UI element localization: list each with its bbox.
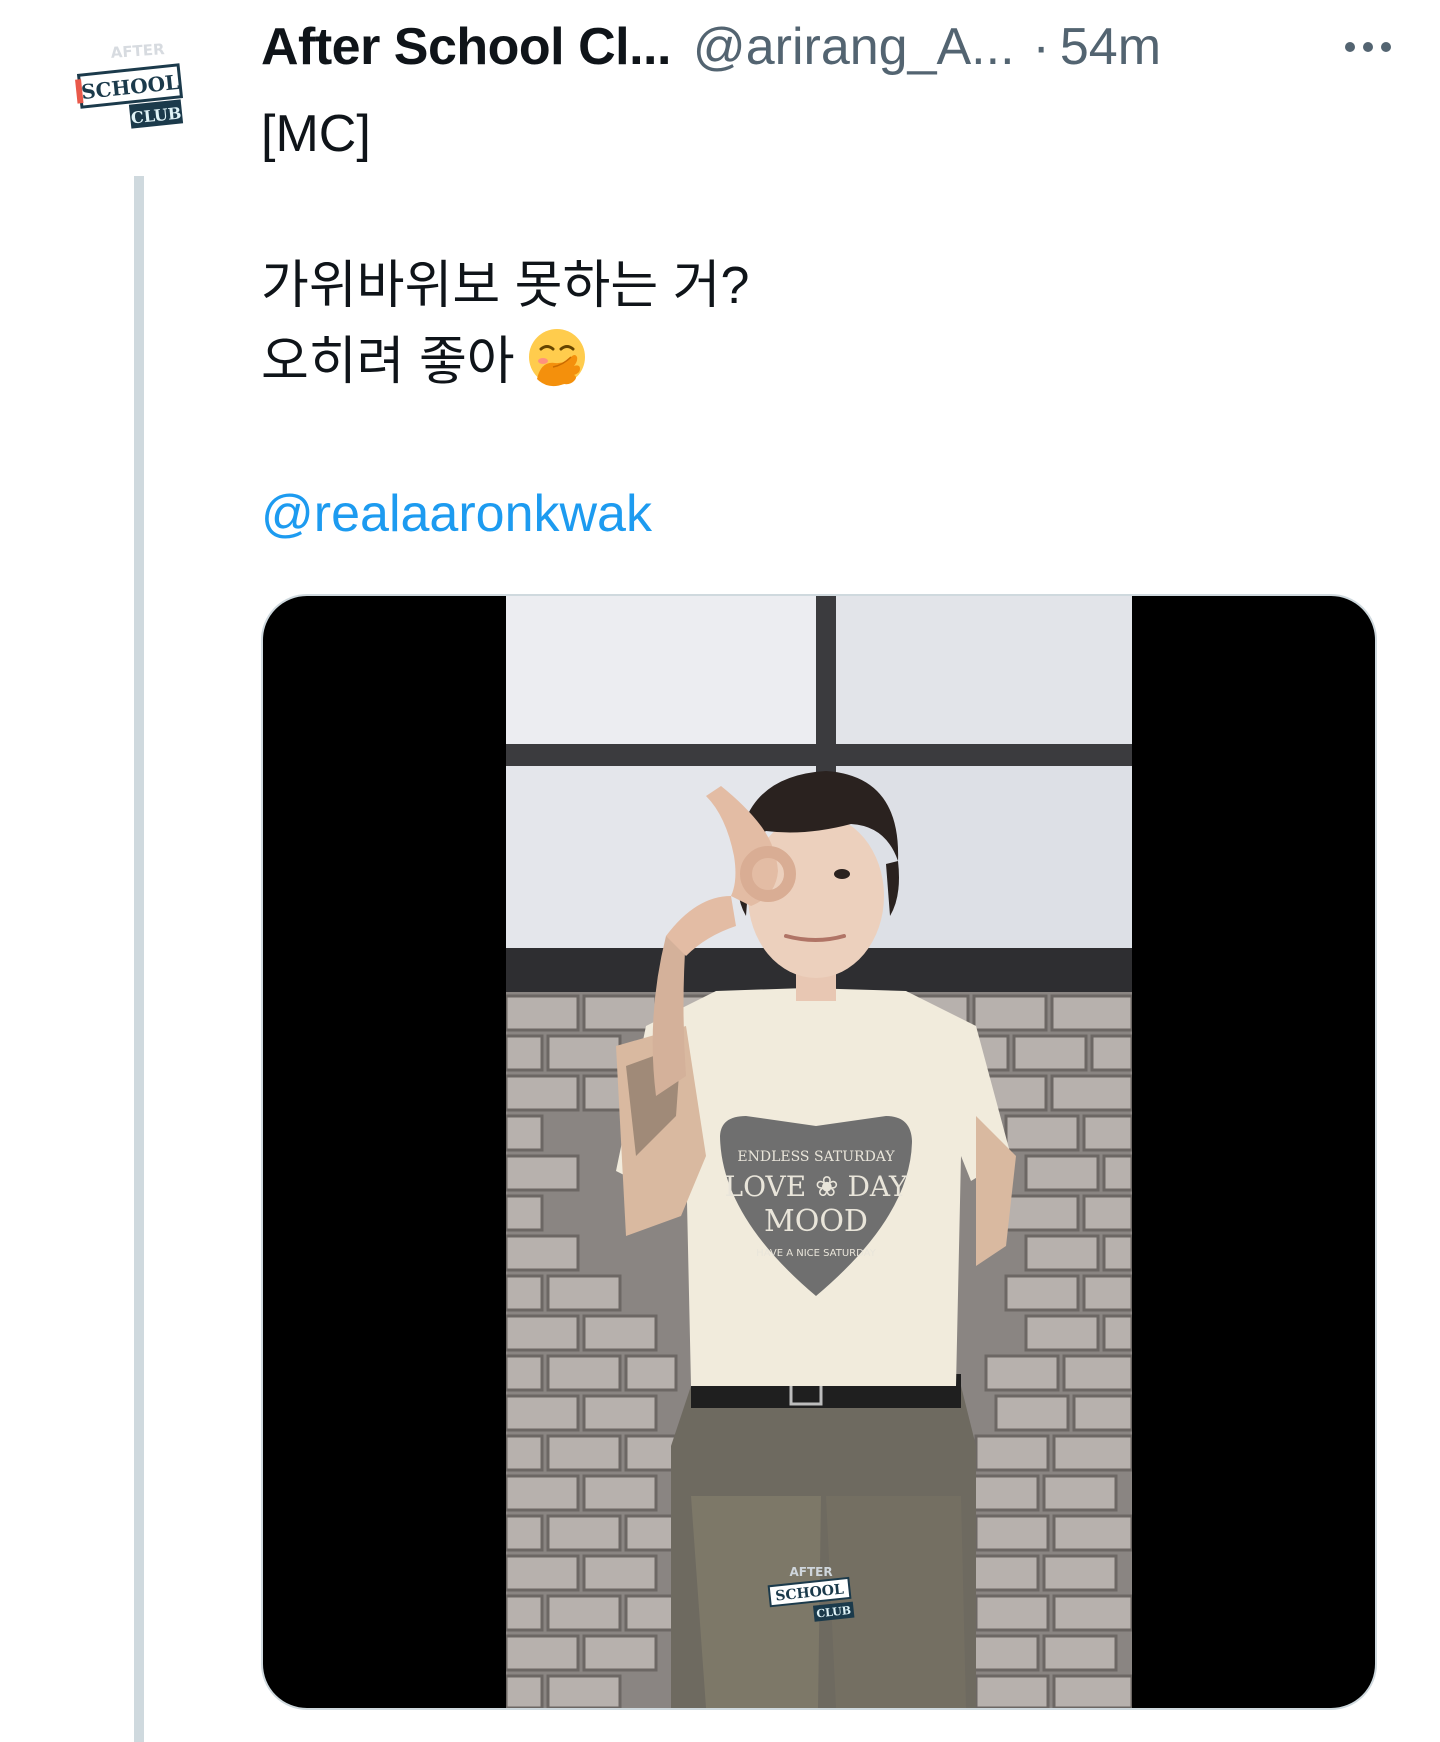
- more-dot: [1363, 42, 1373, 52]
- video-player[interactable]: ENDLESS SATURDAY LOVE ❀ DAY MOOD HAVE A …: [261, 594, 1377, 1710]
- face-with-hand-over-mouth-icon: [528, 329, 585, 387]
- user-handle[interactable]: @arirang_A...: [693, 17, 1015, 77]
- more-dot: [1381, 42, 1391, 52]
- avatar[interactable]: AFTER SCHOOL CLUB: [60, 28, 210, 152]
- tweet-header: After School Cl... @arirang_A... · 54m: [261, 12, 1391, 82]
- display-name[interactable]: After School Cl...: [261, 17, 671, 77]
- thread-connector-line: [134, 176, 144, 1742]
- more-horizontal-icon: [1345, 42, 1355, 52]
- timestamp[interactable]: 54m: [1060, 17, 1161, 77]
- after-school-club-logo: AFTER SCHOOL CLUB: [60, 28, 210, 152]
- shirt-print-text: MOOD: [764, 1204, 868, 1239]
- tweet-text-line: [MC]: [261, 105, 371, 163]
- mention-link[interactable]: @realaaronkwak: [261, 476, 749, 552]
- video-thumbnail: ENDLESS SATURDAY LOVE ❀ DAY MOOD HAVE A …: [506, 596, 1132, 1708]
- separator-dot: ·: [1032, 18, 1050, 76]
- watermark-text: AFTER: [789, 1565, 832, 1579]
- video-frame: ENDLESS SATURDAY LOVE ❀ DAY MOOD HAVE A …: [506, 596, 1132, 1708]
- shirt-print-text: ENDLESS SATURDAY: [737, 1149, 895, 1165]
- tweet-text-line: 가위바위보 못하는 거?: [261, 257, 750, 315]
- shirt-print-text: HAVE A NICE SATURDAY: [756, 1248, 877, 1259]
- more-options-button[interactable]: [1345, 12, 1391, 82]
- svg-text:AFTER: AFTER: [110, 40, 165, 62]
- tweet-text-line-with-emoji: 오히려 좋아: [261, 324, 749, 400]
- tweet-text-line: 오히려 좋아: [261, 333, 515, 391]
- tweet-body: [MC] 가위바위보 못하는 거? 오히려 좋아 @realaaronkwak: [261, 96, 749, 552]
- shirt-print-text: LOVE ❀ DAY: [725, 1170, 909, 1203]
